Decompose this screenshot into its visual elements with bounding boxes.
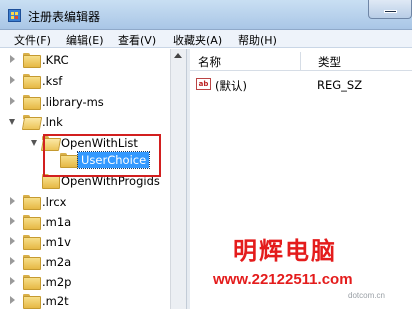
tree-item-m2p[interactable]: .m2p xyxy=(0,274,170,290)
collapse-arrow-icon[interactable] xyxy=(9,119,15,125)
menu-favorites[interactable]: 收藏夹(A) xyxy=(173,32,222,48)
tree-item-label: .m2t xyxy=(42,294,69,308)
tree-item-label: .ksf xyxy=(42,74,63,88)
expand-arrow-icon[interactable] xyxy=(10,76,15,84)
tree-item-label: .KRC xyxy=(42,53,69,67)
highlight-annotation-box xyxy=(43,134,161,177)
tree-item-label: .m1a xyxy=(42,215,72,229)
menu-view[interactable]: 查看(V) xyxy=(118,32,156,48)
tree-item-m1v[interactable]: .m1v xyxy=(0,234,170,250)
folder-icon xyxy=(23,95,41,110)
menu-file[interactable]: 文件(F) xyxy=(14,32,51,48)
collapse-arrow-icon[interactable] xyxy=(31,140,37,146)
minimize-button[interactable] xyxy=(368,0,412,19)
folder-icon xyxy=(23,235,41,250)
menu-bar: 文件(F) 编辑(E) 查看(V) 收藏夹(A) 帮助(H) xyxy=(0,30,412,48)
tree-item-label: .lnk xyxy=(42,115,63,129)
regedit-app-icon xyxy=(8,9,21,22)
tree-vertical-scrollbar[interactable] xyxy=(170,49,186,309)
tree-item-label: .m2a xyxy=(42,255,72,269)
expand-arrow-icon[interactable] xyxy=(10,97,15,105)
folder-icon xyxy=(23,255,41,270)
tree-item-lrcx[interactable]: .lrcx xyxy=(0,194,170,210)
watermark-small: dotcom.cn xyxy=(348,291,385,300)
folder-icon xyxy=(23,215,41,230)
column-divider[interactable] xyxy=(300,52,301,70)
tree-item-m2a[interactable]: .m2a xyxy=(0,254,170,270)
menu-help[interactable]: 帮助(H) xyxy=(238,32,277,48)
expand-arrow-icon[interactable] xyxy=(10,277,15,285)
expand-arrow-icon[interactable] xyxy=(10,217,15,225)
tree-item-label: .m1v xyxy=(42,235,71,249)
tree-item-library-ms[interactable]: .library-ms xyxy=(0,94,170,110)
tree-item-lnk[interactable]: .lnk xyxy=(0,114,170,130)
tree-item-label: .lrcx xyxy=(42,195,67,209)
minimize-icon xyxy=(384,10,397,13)
tree-item-label: .m2p xyxy=(42,275,72,289)
expand-arrow-icon[interactable] xyxy=(10,237,15,245)
tree-item-label: .library-ms xyxy=(42,95,104,109)
column-header-name[interactable]: 名称 xyxy=(198,54,221,70)
tree-item-m2t[interactable]: .m2t xyxy=(0,293,170,309)
watermark-url: www.22122511.com xyxy=(213,271,353,288)
column-header-type[interactable]: 类型 xyxy=(318,54,341,70)
expand-arrow-icon[interactable] xyxy=(10,55,15,63)
tree-item-m1a[interactable]: .m1a xyxy=(0,214,170,230)
title-bar: 注册表编辑器 xyxy=(0,0,412,30)
expand-arrow-icon[interactable] xyxy=(10,257,15,265)
folder-open-icon xyxy=(23,115,39,128)
menu-edit[interactable]: 编辑(E) xyxy=(66,32,104,48)
folder-icon xyxy=(23,294,41,309)
values-column-header: 名称 类型 xyxy=(190,52,412,71)
expand-arrow-icon[interactable] xyxy=(10,296,15,304)
folder-icon xyxy=(23,74,41,89)
window-title: 注册表编辑器 xyxy=(28,10,101,24)
value-type: REG_SZ xyxy=(317,78,363,92)
folder-icon xyxy=(23,195,41,210)
string-value-icon: ab xyxy=(196,78,211,90)
expand-arrow-icon[interactable] xyxy=(10,197,15,205)
value-name-default[interactable]: (默认) xyxy=(215,78,247,94)
folder-icon xyxy=(23,53,41,68)
watermark-brand: 明辉电脑 xyxy=(233,237,337,265)
folder-icon xyxy=(23,275,41,290)
tree-item-krc[interactable]: .KRC xyxy=(0,52,170,68)
tree-item-ksf[interactable]: .ksf xyxy=(0,73,170,89)
scroll-up-arrow-icon[interactable] xyxy=(174,53,182,58)
